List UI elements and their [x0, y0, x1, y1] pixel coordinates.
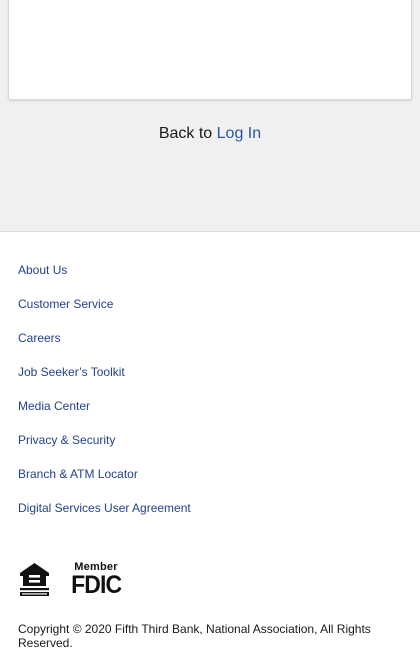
- fdic-member-logo: Member FDIC: [67, 561, 125, 599]
- footer-item-branch-atm-locator: Branch & ATM Locator: [18, 465, 191, 499]
- footer-item-digital-services-agreement: Digital Services User Agreement: [18, 499, 191, 533]
- footer-links: About Us Customer Service Careers Job Se…: [18, 261, 191, 533]
- login-link[interactable]: Log In: [217, 125, 261, 142]
- back-to-login-line: Back to Log In: [0, 125, 420, 143]
- media-center-link[interactable]: Media Center: [18, 399, 90, 413]
- footer-item-media-center: Media Center: [18, 397, 191, 431]
- customer-service-link[interactable]: Customer Service: [18, 297, 113, 311]
- privacy-security-link[interactable]: Privacy & Security: [18, 433, 115, 447]
- branch-atm-locator-link[interactable]: Branch & ATM Locator: [18, 467, 138, 481]
- careers-link[interactable]: Careers: [18, 331, 61, 345]
- footer-item-careers: Careers: [18, 329, 191, 363]
- about-us-link[interactable]: About Us: [18, 263, 67, 277]
- fdic-word-text: FDIC: [71, 571, 122, 599]
- footer-item-customer-service: Customer Service: [18, 295, 191, 329]
- copyright-text: Copyright © 2020 Fifth Third Bank, Natio…: [18, 622, 371, 650]
- footer-item-job-seekers-toolkit: Job Seeker’s Toolkit: [18, 363, 191, 397]
- login-section: Back to Log In: [0, 0, 420, 232]
- content-card: [8, 0, 412, 100]
- footer-item-about-us: About Us: [18, 261, 191, 295]
- equal-housing-lender-icon: [20, 563, 49, 596]
- digital-services-agreement-link[interactable]: Digital Services User Agreement: [18, 501, 191, 515]
- footer-item-privacy-security: Privacy & Security: [18, 431, 191, 465]
- job-seekers-toolkit-link[interactable]: Job Seeker’s Toolkit: [18, 365, 125, 379]
- back-to-text: Back to: [158, 125, 213, 142]
- footer-logos: Member FDIC: [18, 561, 125, 599]
